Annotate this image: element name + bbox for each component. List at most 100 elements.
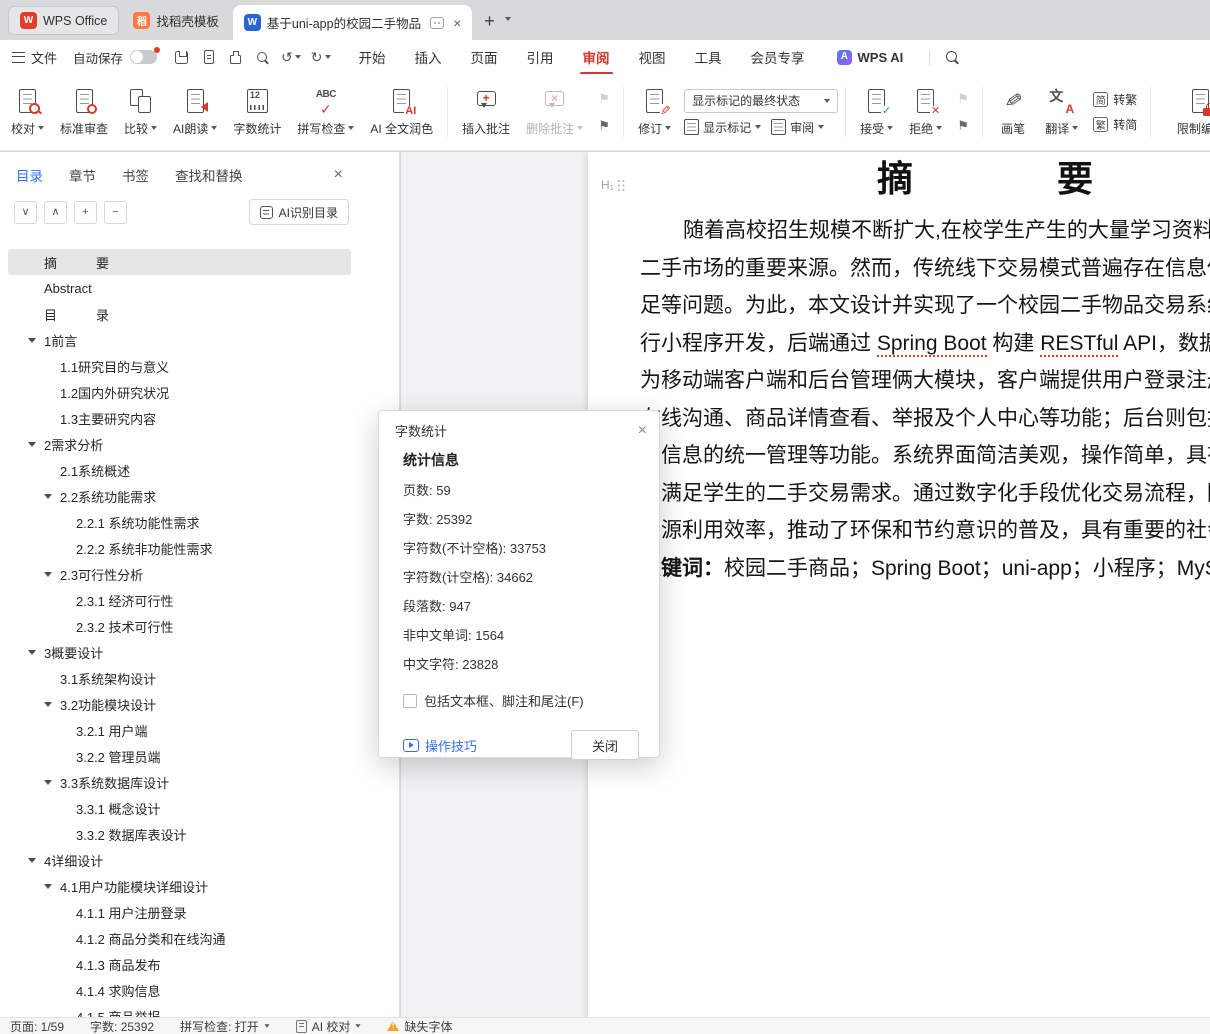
ai-recognize-toc-button[interactable]: AI识别目录 [249,199,349,225]
pane-tab-find-replace[interactable]: 查找和替换 [175,165,243,185]
new-tab-button[interactable]: + [484,12,495,30]
toc-item[interactable]: 4.1.5 商品举报 [8,1003,351,1017]
autosave-toggle[interactable] [130,50,157,64]
next-change-icon[interactable]: ⚑ [953,117,973,135]
document-page[interactable]: H₁ 摘 要 随着高校招生规模不断扩大,在校学生产生的大量学习资料和生活用品已二… [588,152,1210,1017]
ribbon-button-reject[interactable]: ✕拒绝 [902,79,949,145]
ribbon-button-word-count[interactable]: 12字数统计 [226,79,288,145]
trad-to-simp-button[interactable]: 繁转简 [1093,116,1137,133]
wps-ai-button[interactable]: WPS AI [837,50,904,65]
ribbon-button-spell-check[interactable]: ABC✓拼写检查 [290,79,361,145]
toc-item[interactable]: 3.1系统架构设计 [8,665,351,691]
redo-icon[interactable]: ↻ [311,50,331,64]
expand-arrow-icon[interactable] [28,650,44,655]
toc-item[interactable]: 1.3主要研究内容 [8,405,351,431]
toc-item[interactable]: 2.1系统概述 [8,457,351,483]
tab-docer[interactable]: 稻找稻壳模板 [122,6,230,35]
ribbon-small-show-marks[interactable]: 显示标记 [684,119,761,136]
expand-arrow-icon[interactable] [44,702,60,707]
toc-item[interactable]: 3.3.1 概念设计 [8,795,351,821]
toc-item[interactable]: 3.3.2 数据库表设计 [8,821,351,847]
ribbon-button-ai-read[interactable]: AI朗读 [166,79,224,145]
next-comment-icon[interactable]: ⚑ [594,117,614,135]
expand-arrow-icon[interactable] [44,884,60,889]
menu-tools[interactable]: 工具 [695,47,722,67]
pane-close-icon[interactable]: × [334,167,343,183]
ribbon-button-compare[interactable]: 比较 [117,79,164,145]
ribbon-button-standard-check[interactable]: 标准审查 [53,79,115,145]
ribbon-button-restrict[interactable]: 限制编辑 [1170,79,1210,145]
dialog-close-icon[interactable]: × [638,423,647,439]
status-ai-proofread[interactable]: AI 校对 [296,1018,362,1034]
toc-item[interactable]: 目 录 [8,301,351,327]
include-footnotes-checkbox[interactable]: 包括文本框、脚注和尾注(F) [403,691,639,710]
menu-view[interactable]: 视图 [639,47,666,67]
print-icon[interactable] [227,49,244,66]
close-button[interactable]: 关闭 [571,730,639,760]
tab-close-icon[interactable]: × [453,16,461,30]
toc-item[interactable]: 2.3可行性分析 [8,561,351,587]
status-page[interactable]: 页面: 1/59 [10,1018,64,1034]
toc-tool-expand[interactable]: ∧ [44,201,67,224]
toc-item[interactable]: 1前言 [8,327,351,353]
toc-item[interactable]: Abstract [8,275,351,301]
ribbon-button-pen[interactable]: ✎画笔 [990,79,1036,145]
tab-doc[interactable]: W基于uni-app的校园二手物品× [233,5,472,40]
simp-to-trad-button[interactable]: 简转繁 [1093,91,1137,108]
export-icon[interactable] [200,49,217,66]
toc-item[interactable]: 2.2.1 系统功能性需求 [8,509,351,535]
doc-text-line[interactable]: 随着高校招生规模不断扩大,在校学生产生的大量学习资料和生活用品已 [640,212,1210,250]
ribbon-button-proof[interactable]: 校对 [4,79,51,145]
expand-arrow-icon[interactable] [44,494,60,499]
pane-tab-toc[interactable]: 目录 [16,165,43,185]
toc-item[interactable]: 3.3系统数据库设计 [8,769,351,795]
file-menu[interactable]: 文件 [12,48,57,67]
status-missing-font[interactable]: 缺失字体 [387,1018,452,1034]
ribbon-button-ai-polish[interactable]: AIAI 全文润色 [363,79,440,145]
toc-item[interactable]: 4详细设计 [8,847,351,873]
toc-item[interactable]: 2.3.2 技术可行性 [8,613,351,639]
doc-text-line[interactable]: 二手市场的重要来源。然而，传统线下交易模式普遍存在信息传递不畅、交易 [640,250,1210,288]
heading-drag-handle[interactable]: H₁ [601,178,626,192]
toc-item[interactable]: 4.1.2 商品分类和在线沟通 [8,925,351,951]
toc-item[interactable]: 摘 要 [8,249,351,275]
menu-insert[interactable]: 插入 [415,47,442,67]
undo-icon[interactable]: ↺ [281,50,301,64]
pane-tab-chapters[interactable]: 章节 [69,165,96,185]
doc-text-line[interactable]: 效满足学生的二手交易需求。通过数字化手段优化交易流程，降低了交易成本 [640,475,1210,513]
expand-arrow-icon[interactable] [28,858,44,863]
ribbon-button-translate[interactable]: 文A翻译 [1038,79,1085,145]
toc-item[interactable]: 4.1.4 求购信息 [8,977,351,1003]
pane-tab-bookmarks[interactable]: 书签 [122,165,149,185]
document-title[interactable]: 摘 要 [588,156,1210,202]
toc-item[interactable]: 4.1.3 商品发布 [8,951,351,977]
toc-item[interactable]: 2.3.1 经济可行性 [8,587,351,613]
menu-vip[interactable]: 会员专享 [751,47,805,67]
expand-arrow-icon[interactable] [44,780,60,785]
search-icon[interactable] [944,49,960,65]
expand-arrow-icon[interactable] [28,338,44,343]
doc-text-line[interactable]: 足等问题。为此，本文设计并实现了一个校园二手物品交易系统，采用 uni-ap [640,287,1210,325]
ribbon-small-review-pane[interactable]: 审阅 [771,119,824,136]
menu-page[interactable]: 页面 [471,47,498,67]
toc-tool-minus[interactable]: − [104,201,127,224]
tips-link[interactable]: 操作技巧 [403,736,477,755]
ribbon-button-insert-comment[interactable]: +插入批注 [455,79,517,145]
markup-state-combobox[interactable]: 显示标记的最终状态 [684,89,838,113]
menu-review[interactable]: 审阅 [583,47,610,67]
doc-text-line[interactable]: 报信息的统一管理等功能。系统界面简洁美观，操作简单，具有良好的扩展性 [640,437,1210,475]
tab-list-caret[interactable] [505,8,511,26]
doc-text-line[interactable]: 资源利用效率，推动了环保和节约意识的普及，具有重要的社会意义和推广价 [640,512,1210,550]
print-preview-icon[interactable] [254,49,271,66]
toc-item[interactable]: 3.2.2 管理员端 [8,743,351,769]
status-words[interactable]: 字数: 25392 [90,1018,154,1034]
toc-tool-plus[interactable]: + [74,201,97,224]
toc-item[interactable]: 3概要设计 [8,639,351,665]
checkbox-icon[interactable] [403,694,417,708]
toc-item[interactable]: 3.2.1 用户端 [8,717,351,743]
toc-item[interactable]: 2.2.2 系统非功能性需求 [8,535,351,561]
doc-text-line[interactable]: 行小程序开发，后端通过 Spring Boot 构建 RESTful API，数… [640,325,1210,363]
status-spellcheck[interactable]: 拼写检查: 打开 [180,1018,270,1034]
toc-item[interactable]: 4.1用户功能模块详细设计 [8,873,351,899]
doc-text-line[interactable]: 关键词：校园二手商品；Spring Boot；uni-app；小程序；MySQL [640,550,1210,588]
